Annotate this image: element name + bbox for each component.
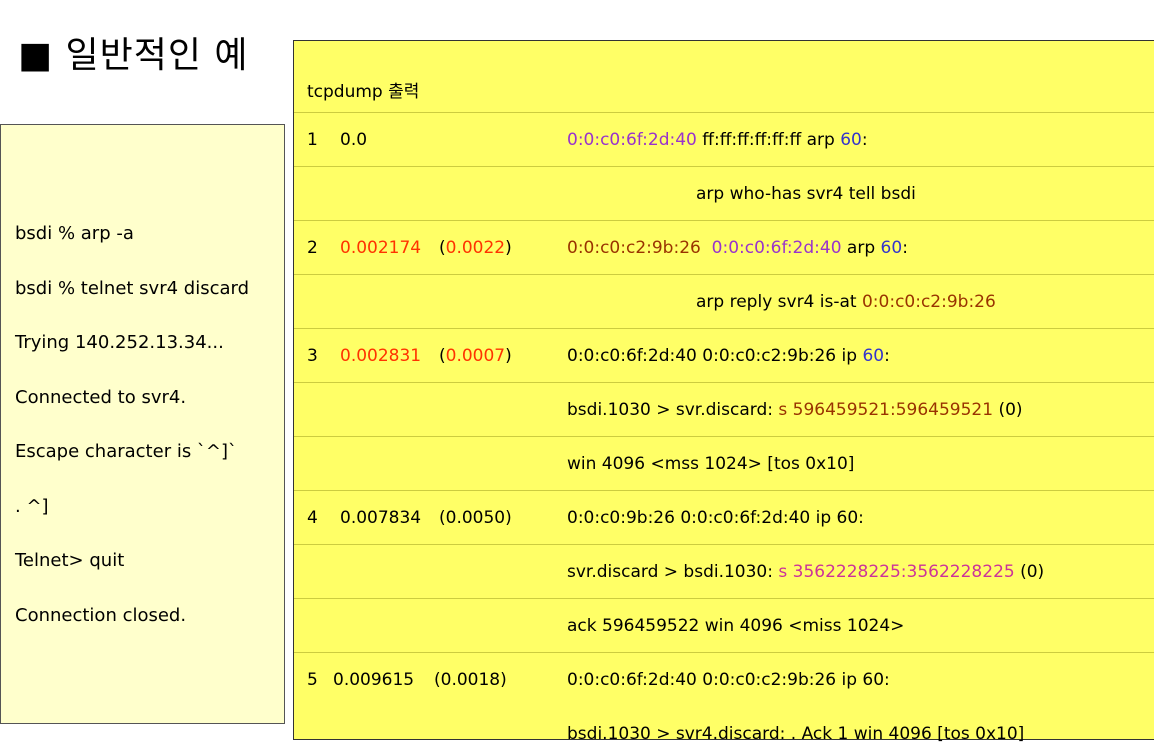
frame-length: 60 — [862, 346, 885, 366]
src-mac: 0:0:c0:c2:9b:26 — [567, 238, 701, 258]
packet-delta: (0.0007) — [439, 346, 512, 366]
packet-detail: arp reply svr4 is-at 0:0:c0:c2:9b:26 — [696, 292, 996, 312]
row-divider — [294, 598, 1154, 599]
sequence-numbers: s 596459521:596459521 — [778, 400, 994, 420]
detail-text: bsdi.1030 > svr.discard: — [567, 400, 779, 420]
terminal-line: Connection closed. — [15, 605, 187, 626]
packet-delta: (0.0050) — [439, 508, 512, 528]
packet-delta: (0.0022) — [439, 238, 512, 258]
row-divider — [294, 382, 1154, 383]
terminal-line: bsdi % telnet svr4 discard — [15, 278, 250, 299]
addresses: 0:0:c0:6f:2d:40 0:0:c0:c2:9b:26 ip — [567, 346, 863, 366]
tcpdump-heading: tcpdump 출력 — [307, 82, 420, 102]
packet-header: 0:0:c0:6f:2d:40 0:0:c0:c2:9b:26 ip 60: — [567, 670, 890, 690]
frame-length: 60 — [840, 130, 862, 150]
detail-tail: (0) — [1014, 562, 1045, 582]
row-divider — [294, 544, 1154, 545]
terminal-line: Trying 140.252.13.34... — [15, 332, 224, 353]
detail-text: arp reply svr4 is-at — [696, 292, 862, 312]
row-divider — [294, 436, 1154, 437]
packet-time: 0.002831 — [340, 346, 422, 366]
detail-tail: (0) — [993, 400, 1023, 420]
sequence-numbers: s 3562228225:3562228225 — [778, 562, 1015, 582]
src-mac: 0:0:c0:6f:2d:40 — [567, 130, 697, 150]
row-divider — [294, 220, 1154, 221]
packet-number: 4 — [307, 508, 318, 528]
delta-value: 0.0007 — [445, 346, 506, 366]
terminal-session-box: bsdi % arp -a bsdi % telnet svr4 discard… — [0, 124, 285, 724]
detail-text: svr.discard > bsdi.1030: — [567, 562, 779, 582]
packet-time: 0.002174 — [340, 238, 422, 258]
slide-title: ■ 일반적인 예 — [18, 35, 249, 76]
paren: ( — [439, 346, 446, 366]
packet-detail: arp who-has svr4 tell bsdi — [696, 184, 916, 204]
packet-number: 5 — [307, 670, 318, 690]
packet-header: 0:0:c0:6f:2d:40 0:0:c0:c2:9b:26 ip 60: — [567, 346, 890, 366]
paren: ) — [505, 346, 512, 366]
terminal-line: Connected to svr4. — [15, 387, 187, 408]
paren: ) — [505, 238, 512, 258]
terminal-line: bsdi % arp -a — [15, 223, 134, 244]
packet-time: 0.0 — [340, 130, 368, 150]
row-divider — [294, 490, 1154, 491]
reply-mac: 0:0:c0:c2:9b:26 — [861, 292, 996, 312]
row-divider — [294, 166, 1154, 167]
dst-and-proto: ff:ff:ff:ff:ff:ff arp — [696, 130, 841, 150]
packet-detail: win 4096 <mss 1024> [tos 0x10] — [567, 454, 855, 474]
paren: ( — [439, 238, 446, 258]
packet-number: 1 — [307, 130, 318, 150]
delta-value: 0.0022 — [445, 238, 506, 258]
dst-mac: 0:0:c0:6f:2d:40 — [711, 238, 842, 258]
packet-header: 0:0:c0:6f:2d:40 ff:ff:ff:ff:ff:ff arp 60… — [567, 130, 868, 150]
packet-header: 0:0:c0:9b:26 0:0:c0:6f:2d:40 ip 60: — [567, 508, 864, 528]
packet-time: 0.009615 — [333, 670, 415, 690]
terminal-line: . ^] — [15, 496, 49, 517]
packet-detail: bsdi.1030 > svr.discard: s 596459521:596… — [567, 400, 1023, 420]
packet-detail: ack 596459522 win 4096 <miss 1024> — [567, 616, 905, 636]
packet-time: 0.007834 — [340, 508, 422, 528]
row-divider — [294, 274, 1154, 275]
row-divider — [294, 652, 1154, 653]
protocol: arp — [841, 238, 881, 258]
packet-number: 2 — [307, 238, 318, 258]
colon: : — [884, 346, 890, 366]
row-divider — [294, 112, 1154, 113]
terminal-line: Escape character is `^]` — [15, 441, 238, 462]
row-divider — [294, 328, 1154, 329]
tcpdump-output-box: tcpdump 출력 1 0.0 0:0:c0:6f:2d:40 ff:ff:f… — [293, 40, 1154, 744]
packet-number: 3 — [307, 346, 318, 366]
packet-delta: (0.0018) — [434, 670, 507, 690]
terminal-line: Telnet> quit — [15, 550, 125, 571]
packet-header: 0:0:c0:c2:9b:26 0:0:c0:6f:2d:40 arp 60: — [567, 238, 908, 258]
packet-detail: bsdi.1030 > svr4.discard: . Ack 1 win 40… — [567, 724, 1025, 744]
packet-detail: svr.discard > bsdi.1030: s 3562228225:35… — [567, 562, 1044, 582]
colon: : — [902, 238, 908, 258]
frame-length: 60 — [880, 238, 903, 258]
colon: : — [861, 130, 868, 150]
